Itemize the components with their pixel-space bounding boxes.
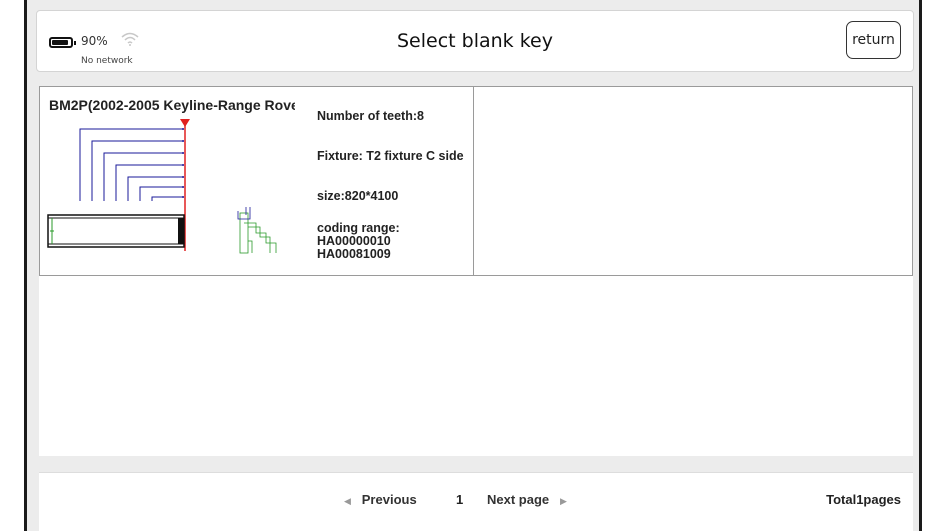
size-info: size:820*4100 — [317, 189, 399, 203]
coding-range-to: HA00081009 — [317, 247, 391, 261]
empty-card-slot — [474, 86, 913, 276]
coding-range-from: HA00000010 — [317, 234, 391, 248]
key-profile-diagram — [47, 119, 277, 254]
return-button[interactable]: return — [846, 21, 901, 59]
next-label: Next page — [487, 492, 550, 507]
header-bar: 90% No network Select blank key return — [36, 10, 914, 72]
key-card[interactable]: BM2P(2002-2005 Keyline-Range Rover Numbe… — [39, 86, 474, 276]
chevron-right-icon: ▶ — [559, 496, 567, 506]
chevron-left-icon: ◀ — [344, 496, 351, 506]
next-page-button[interactable]: Next page ▶ — [487, 492, 567, 507]
coding-range-label: coding range: — [317, 221, 400, 235]
previous-page-button[interactable]: ◀ Previous — [344, 492, 417, 507]
page-title: Select blank key — [397, 30, 553, 52]
fixture-info: Fixture: T2 fixture C side — [317, 149, 464, 163]
total-pages: Total1pages — [826, 492, 901, 507]
teeth-count: Number of teeth:8 — [317, 109, 424, 123]
network-status: No network — [81, 56, 133, 66]
current-page-number: 1 — [456, 492, 464, 507]
pagination-bar: ◀ Previous 1 Next page ▶ Total1pages — [39, 472, 913, 531]
key-list-empty-area — [39, 276, 913, 456]
previous-label: Previous — [361, 492, 417, 507]
key-name: BM2P(2002-2005 Keyline-Range Rover — [49, 97, 295, 113]
device-screen: 90% No network Select blank key return B… — [24, 0, 922, 531]
